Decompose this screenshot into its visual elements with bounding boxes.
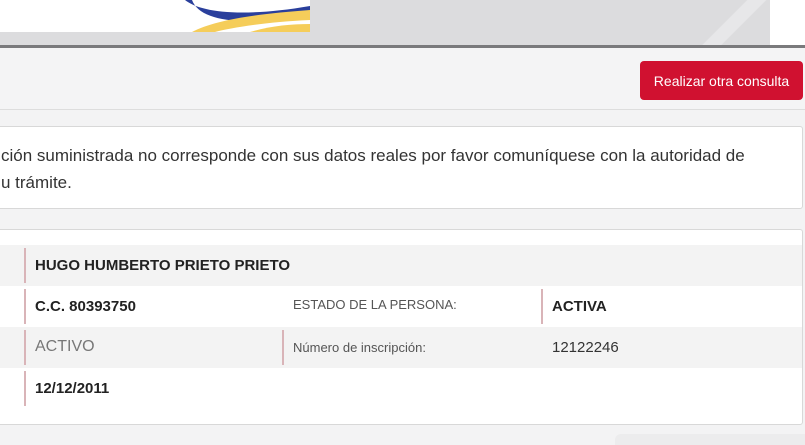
record-card: HUGO HUMBERTO PRIETO PRIETO C.C. 8039375… (0, 229, 803, 425)
header-logo (0, 0, 310, 32)
row-accent (541, 289, 543, 324)
person-name: HUGO HUMBERTO PRIETO PRIETO (35, 257, 291, 274)
registration-number-value: 12122246 (552, 339, 619, 356)
header-decoration (690, 0, 770, 46)
registration-number-label: Número de inscripción: (293, 340, 426, 355)
record-row-registration: ACTIVO Número de inscripción: 12122246 (0, 327, 802, 368)
row-accent (24, 248, 26, 283)
toolbar: Realizar otra consulta (0, 48, 805, 110)
colombia-flag-swoosh-icon (185, 0, 310, 32)
notice-line-1: ción suministrada no corresponde con sus… (1, 146, 745, 165)
site-header (0, 0, 805, 46)
row-accent (24, 371, 26, 406)
person-status-label: ESTADO DE LA PERSONA: (293, 297, 457, 312)
registration-status: ACTIVO (35, 338, 95, 355)
record-row-date: 12/12/2011 (0, 368, 802, 409)
row-accent (282, 330, 284, 365)
row-accent (24, 289, 26, 324)
record-row-document: C.C. 80393750 ESTADO DE LA PERSONA: ACTI… (0, 286, 802, 327)
record-row-name: HUGO HUMBERTO PRIETO PRIETO (0, 245, 802, 286)
footer-edge (615, 434, 805, 445)
person-status-value: ACTIVA (552, 298, 607, 315)
header-panel (770, 0, 805, 46)
row-accent (24, 330, 26, 365)
document-number: C.C. 80393750 (35, 298, 136, 315)
notice-line-2: u trámite. (1, 173, 72, 192)
registration-date: 12/12/2011 (35, 380, 110, 397)
notice-message: ción suministrada no corresponde con sus… (0, 126, 803, 209)
new-query-button[interactable]: Realizar otra consulta (640, 61, 803, 100)
